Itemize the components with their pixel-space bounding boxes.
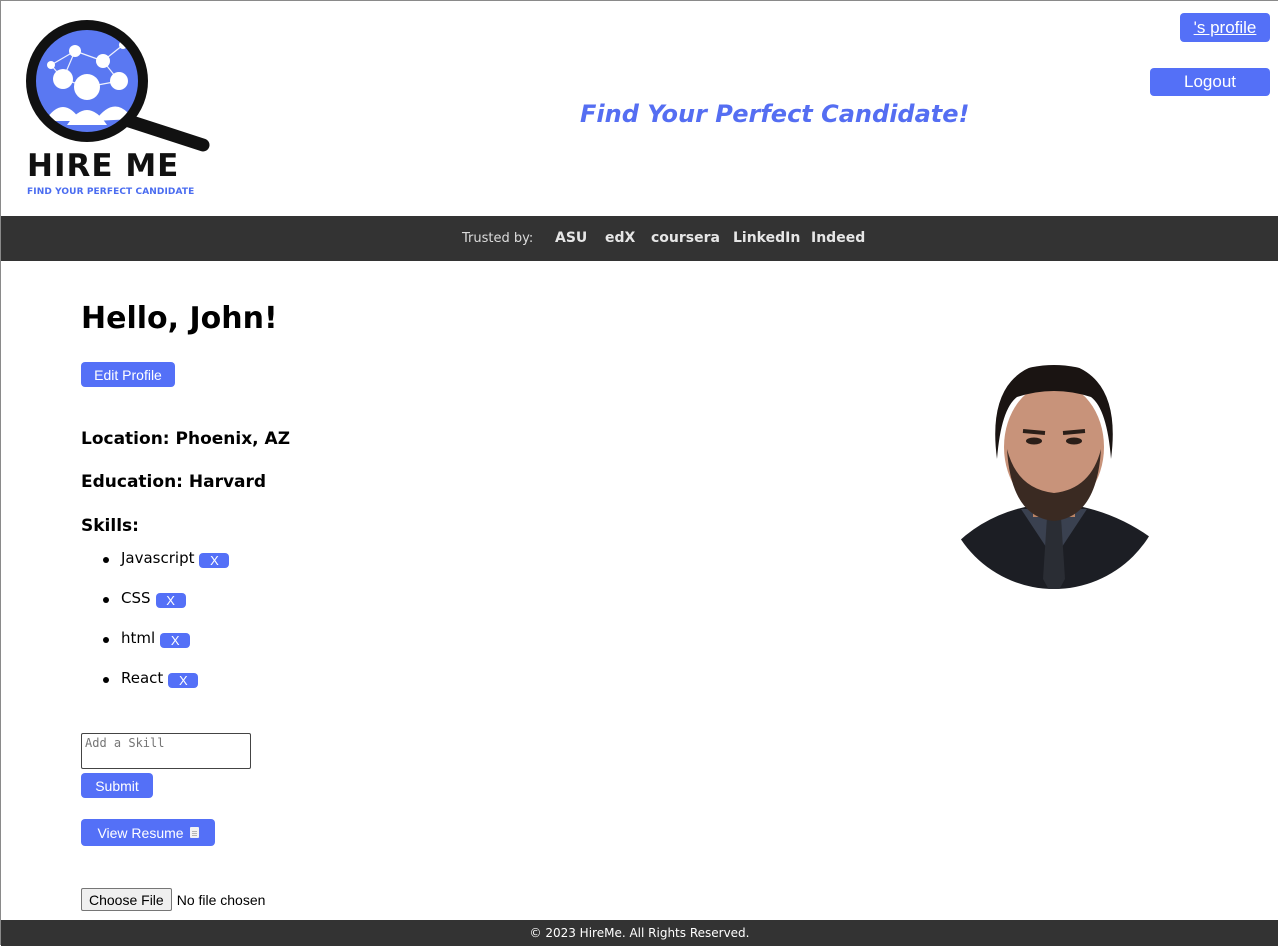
skill-name: Javascript: [121, 549, 195, 567]
logo-title: HIRE ME: [27, 148, 180, 184]
file-status-text: No file chosen: [176, 891, 266, 908]
brand-asu: ASU: [555, 230, 588, 246]
education-text: Education: Harvard: [81, 472, 267, 492]
view-resume-button[interactable]: View Resume: [81, 819, 215, 846]
choose-file-button[interactable]: Choose File: [81, 888, 172, 911]
skill-name: React: [121, 669, 164, 687]
trust-bar: Trusted by: ASU edX coursera LinkedIn In…: [1, 216, 1278, 261]
skill-item: html X: [81, 629, 229, 669]
brand-linkedin: LinkedIn: [733, 230, 801, 246]
logo-subtitle: FIND YOUR PERFECT CANDIDATE: [27, 187, 195, 197]
remove-skill-button[interactable]: X: [199, 553, 230, 568]
remove-skill-button[interactable]: X: [160, 633, 191, 648]
skill-name: html: [121, 629, 156, 647]
brand-coursera: coursera: [651, 230, 720, 246]
view-resume-label: View Resume: [97, 824, 184, 841]
skill-item: React X: [81, 669, 229, 709]
location-text: Location: Phoenix, AZ: [81, 429, 291, 449]
file-upload: Choose File No file chosen: [81, 888, 265, 911]
remove-skill-button[interactable]: X: [168, 673, 199, 688]
skills-list: Javascript X CSS X html X React X: [81, 549, 230, 709]
page-footer: © 2023 HireMe. All Rights Reserved.: [1, 920, 1278, 946]
brand-edx: edX: [605, 230, 636, 246]
greeting-heading: Hello, John!: [81, 301, 278, 336]
skill-item: CSS X: [81, 589, 229, 629]
document-icon: [189, 827, 199, 838]
remove-skill-button[interactable]: X: [155, 593, 186, 608]
tagline: Find Your Perfect Candidate!: [580, 100, 970, 128]
edit-profile-button[interactable]: Edit Profile: [81, 362, 175, 387]
add-skill-input[interactable]: [81, 733, 251, 769]
skill-item: Javascript X: [81, 549, 230, 589]
logout-button[interactable]: Logout: [1150, 68, 1270, 96]
skill-name: CSS: [121, 589, 151, 607]
profile-link[interactable]: 's profile: [1180, 13, 1270, 42]
submit-skill-button[interactable]: Submit: [81, 773, 153, 798]
page-header: HIRE ME FIND YOUR PERFECT CANDIDATE Find…: [1, 1, 1278, 216]
skills-heading: Skills:: [81, 516, 139, 536]
trust-label: Trusted by:: [462, 231, 534, 246]
brand-indeed: Indeed: [811, 230, 866, 246]
avatar: [942, 365, 1166, 589]
